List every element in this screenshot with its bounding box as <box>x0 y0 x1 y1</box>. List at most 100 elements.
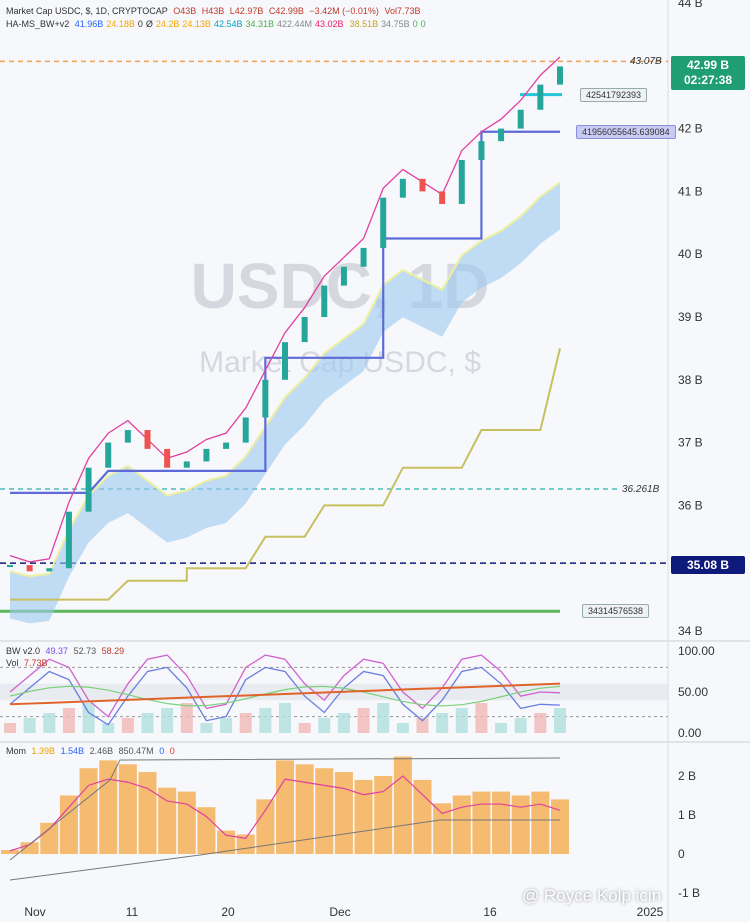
candle <box>517 109 524 129</box>
candle <box>321 285 328 317</box>
time-axis-label: 2025 <box>637 905 664 919</box>
mom-axis-label: 0 <box>678 847 685 861</box>
volume-bar <box>62 708 75 733</box>
countdown: 02:27:38 <box>683 73 733 87</box>
momentum-bar <box>99 760 118 854</box>
momentum-bar <box>472 791 491 854</box>
candle <box>301 317 308 343</box>
price-axis-label: 34 B <box>678 624 703 638</box>
momentum-bar <box>276 760 294 854</box>
price-axis-label: 41 B <box>678 184 703 198</box>
ohlc-change: −3.42M (−0.01%) <box>309 6 379 16</box>
mom-axis-label: -1 B <box>678 886 700 900</box>
indicator-value: 0 <box>137 19 143 29</box>
price-axis-label: 39 B <box>678 310 703 324</box>
volume-bar <box>121 718 134 733</box>
candle <box>7 565 13 568</box>
momentum-bar <box>393 756 412 854</box>
candle <box>478 141 485 160</box>
chart-window: { "header": { "symbol_line": "Market Cap… <box>0 0 750 922</box>
candle <box>340 266 347 286</box>
indicator-value: Ø <box>145 19 153 29</box>
indicator-value: 422.44M <box>277 19 313 29</box>
bw-legend[interactable]: BW v2.0 49.37 52.73 58.29 <box>6 646 127 656</box>
candle <box>262 379 269 418</box>
volume-bar <box>377 703 390 733</box>
volume-bar <box>279 703 291 733</box>
ohlc-high: H43B <box>201 6 225 16</box>
momentum-bar <box>197 807 216 854</box>
price-axis-label: 38 B <box>678 373 703 387</box>
credit-watermark: @ Royce Kolp icin <box>522 886 662 905</box>
volume-bar <box>82 703 95 733</box>
volume-bar <box>436 713 449 733</box>
volume-bar <box>23 718 36 733</box>
symbol-line: Market Cap USDC, $, 1D, CRYPTOCAP <box>6 6 168 16</box>
candle <box>439 191 446 204</box>
indicator-value: 42.54B <box>213 19 243 29</box>
volume-bar <box>43 713 56 733</box>
momentum-bar <box>452 795 471 854</box>
candle <box>458 160 465 204</box>
volume-bar <box>475 703 488 733</box>
candle <box>223 442 230 449</box>
momentum-bar <box>118 764 137 854</box>
indicator-value: 24.18B <box>106 19 135 29</box>
momentum-bar <box>413 779 432 854</box>
cyan-level-label: 42541792393 <box>580 88 648 102</box>
indicator-value: 43.02B <box>315 19 344 29</box>
vol-legend[interactable]: Vol 7.73B <box>6 658 51 668</box>
momentum-bar <box>334 772 353 854</box>
bw-value-3: 58.29 <box>101 646 125 656</box>
level-price-tag: 35.08 B <box>671 556 745 574</box>
volume-bar <box>318 718 331 733</box>
volume-bar <box>259 708 272 733</box>
candle <box>242 417 249 443</box>
indicator-value: 24.13B <box>182 19 211 29</box>
volume-bar <box>396 723 409 733</box>
current-price-tag: 42.99 B 02:27:38 <box>671 56 745 90</box>
candle <box>419 178 426 192</box>
volume-bar <box>200 723 213 733</box>
candle <box>498 128 505 142</box>
indicator-name[interactable]: HA-MS_BW+v2 <box>6 19 69 29</box>
time-axis-label: 16 <box>483 905 497 919</box>
ohlc-close: C42.99B <box>268 6 304 16</box>
mid-dashed-label: 36.261B <box>622 484 660 495</box>
candle <box>399 178 406 198</box>
candle <box>537 84 544 110</box>
momentum-bar <box>374 776 393 854</box>
indicator-legend[interactable]: HA-MS_BW+v2 41.96B 24.18B 0 Ø 24.2B 24.13B 42.… <box>6 19 432 29</box>
price-axis-label: 42 B <box>678 122 703 136</box>
momentum-bar <box>511 795 530 854</box>
ohlc-low: L42.97B <box>229 6 264 16</box>
bw-name[interactable]: BW v2.0 <box>6 646 40 656</box>
candle <box>124 430 131 443</box>
momentum-bar <box>531 791 550 854</box>
bw-axis-label: 0.00 <box>678 726 702 740</box>
mom-value-6: 0 <box>169 746 175 756</box>
indicator-value: 0 <box>412 19 418 29</box>
mom-value-1: 1.39B <box>31 746 56 756</box>
mom-axis-label: 1 B <box>678 808 696 822</box>
volume-bar <box>220 718 233 733</box>
green-level-label: 34314576538 <box>582 604 650 618</box>
volume-bar <box>534 713 547 733</box>
bw-axis-label: 50.00 <box>678 685 708 699</box>
volume-bar <box>337 713 350 733</box>
momentum-bar <box>354 779 373 854</box>
vol-name[interactable]: Vol <box>6 658 19 668</box>
mom-name[interactable]: Mom <box>6 746 26 756</box>
momentum-bar <box>79 768 98 854</box>
momentum-bar <box>315 768 334 854</box>
candle <box>282 342 288 380</box>
volume-bar <box>495 723 508 733</box>
volume-bar <box>239 713 252 733</box>
momentum-bar <box>138 772 157 854</box>
momentum-bar <box>177 791 196 854</box>
indicator-value: 24.2B <box>155 19 180 29</box>
mom-legend[interactable]: Mom 1.39B 1.54B 2.46B 850.47M 0 0 <box>6 746 178 756</box>
candle <box>46 568 53 572</box>
volume-bar <box>180 703 193 733</box>
mom-value-5: 0 <box>159 746 165 756</box>
